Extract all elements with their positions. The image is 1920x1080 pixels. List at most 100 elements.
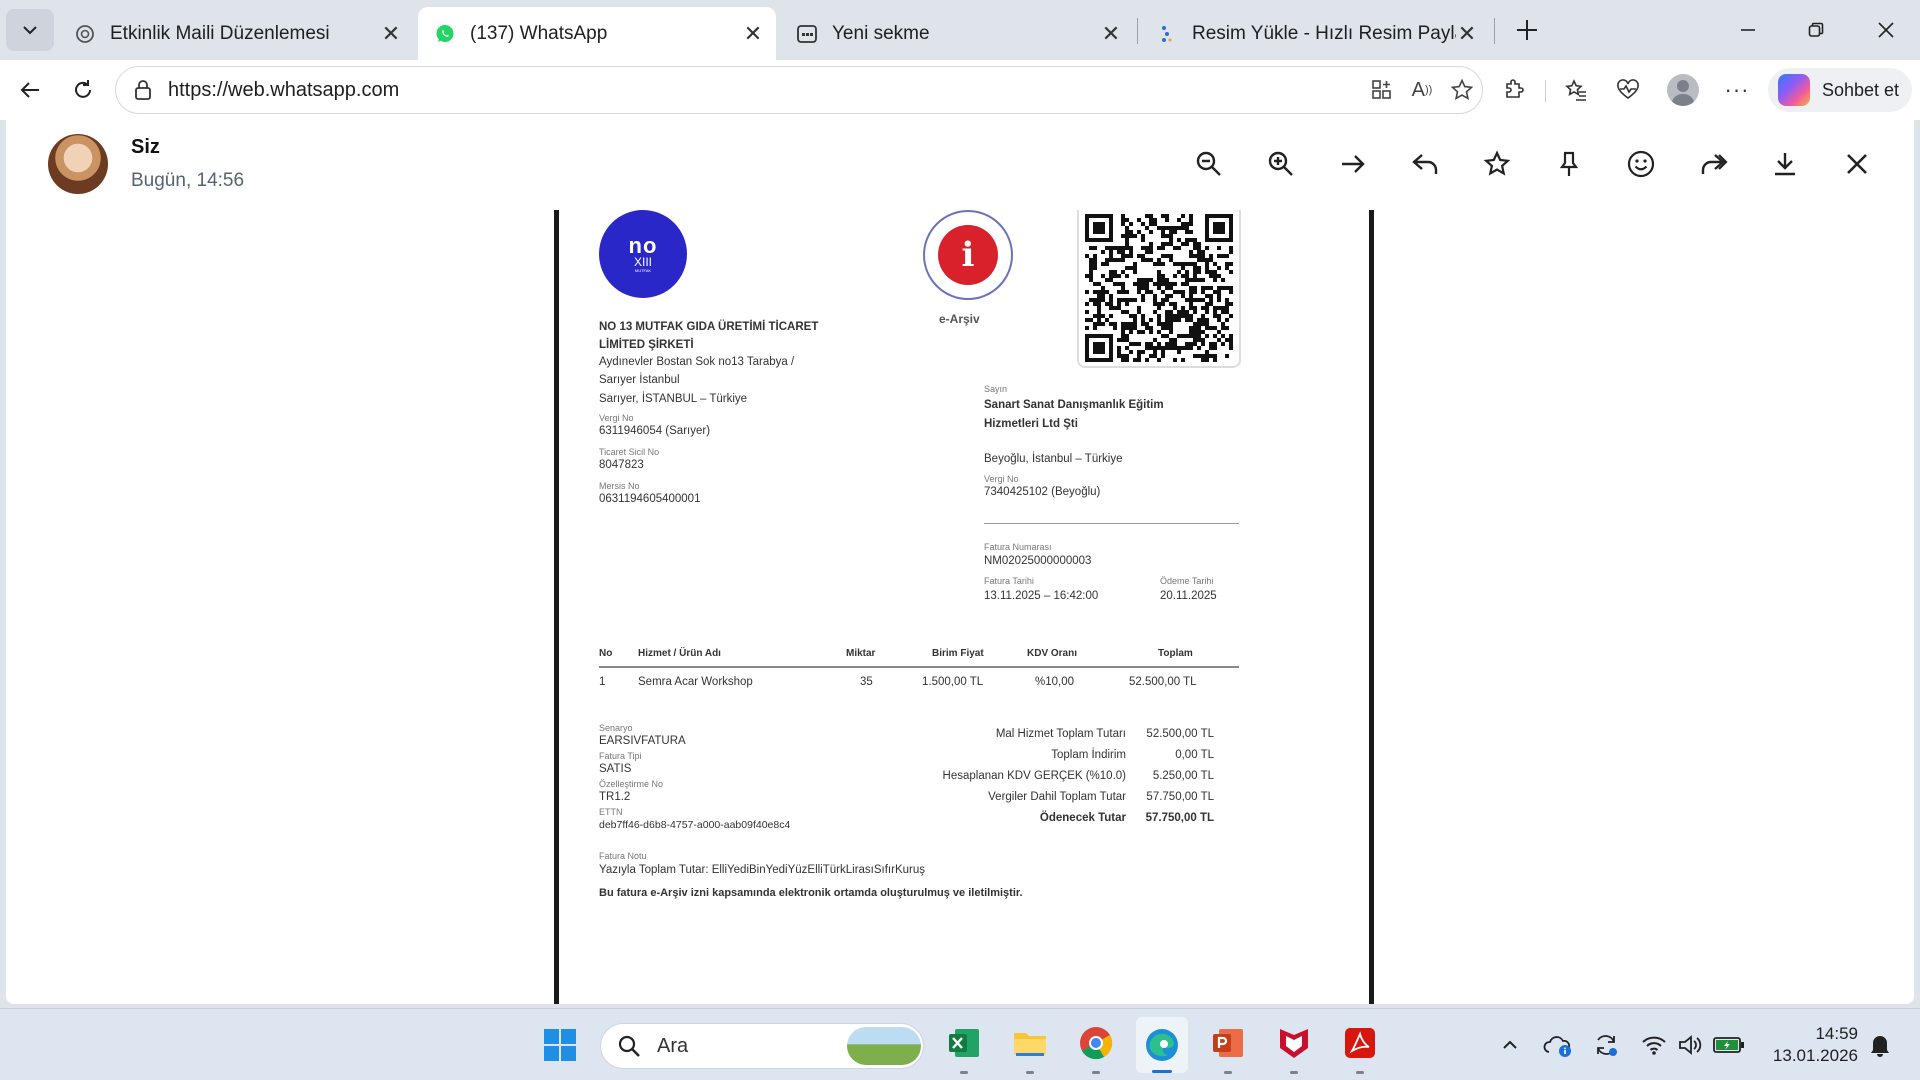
forward-button[interactable] — [1693, 144, 1733, 184]
total-label-2: Toplam İndirim — [1051, 749, 1126, 761]
tray-volume[interactable] — [1674, 1029, 1706, 1061]
reply-button[interactable] — [1405, 144, 1445, 184]
react-button[interactable] — [1621, 144, 1661, 184]
restore-icon — [1808, 22, 1824, 37]
close-icon[interactable]: ✕ — [1456, 21, 1478, 46]
tray-wifi[interactable] — [1638, 1029, 1670, 1061]
tab-separator — [1137, 18, 1138, 44]
zoom-out-button[interactable] — [1189, 144, 1229, 184]
tab-whatsapp[interactable]: (137) WhatsApp ✕ — [418, 7, 776, 60]
tray-notifications[interactable] — [1864, 1029, 1896, 1061]
more-menu-button[interactable]: ··· — [1717, 70, 1757, 110]
running-indicator — [1224, 1071, 1232, 1074]
upload-site-icon — [1156, 23, 1178, 45]
close-viewer-button[interactable] — [1837, 144, 1877, 184]
taskbar-search[interactable]: Ara — [600, 1023, 924, 1069]
buyer-address: Beyoğlu, İstanbul – Türkiye — [984, 453, 1123, 465]
pin-button[interactable] — [1549, 144, 1589, 184]
zoom-in-icon — [1268, 151, 1293, 176]
tray-clock[interactable]: 14:59 13.01.2026 — [1762, 1023, 1858, 1069]
message-timestamp: Bugün, 14:56 — [131, 170, 245, 191]
taskbar-chrome[interactable] — [1076, 1023, 1116, 1063]
app-install-icon[interactable] — [1362, 70, 1402, 110]
col-qty: Miktar — [846, 648, 876, 659]
taskbar-search-placeholder: Ara — [657, 1034, 689, 1057]
url-text[interactable]: https://web.whatsapp.com — [168, 79, 1362, 102]
seller-address-1: Aydınevler Bostan Sok no13 Tarabya / — [599, 356, 795, 368]
newtab-icon — [796, 23, 818, 45]
col-vat: KDV Oranı — [1027, 648, 1078, 659]
copilot-label: Sohbet et — [1822, 79, 1900, 100]
seller-logo: no XIII MUTFAK — [599, 210, 687, 298]
tray-sync[interactable] — [1590, 1029, 1622, 1061]
row-total: 52.500,00 TL — [1129, 676, 1197, 688]
favorites-button[interactable] — [1556, 70, 1596, 110]
go-to-message-button[interactable] — [1333, 144, 1373, 184]
minimize-icon — [1741, 29, 1755, 31]
tray-onedrive[interactable] — [1542, 1029, 1574, 1061]
back-button[interactable] — [10, 70, 50, 110]
tab-actions-button[interactable] — [6, 9, 54, 51]
download-button[interactable] — [1765, 144, 1805, 184]
powerpoint-icon — [1213, 1029, 1243, 1057]
chatgpt-icon — [74, 23, 96, 45]
taskbar-explorer[interactable] — [1010, 1023, 1050, 1063]
new-tab-button[interactable] — [1509, 12, 1545, 48]
clock-date: 13.01.2026 — [1772, 1046, 1858, 1065]
battery-charging-icon — [1713, 1037, 1744, 1053]
favorite-star-icon[interactable] — [1442, 70, 1482, 110]
seller-trade-label: Ticaret Sicil No — [599, 447, 660, 457]
read-aloud-icon[interactable]: A)) — [1402, 70, 1442, 110]
favorites-list-icon — [1565, 79, 1586, 101]
custom: TR1.2 — [599, 791, 631, 803]
tray-battery[interactable] — [1712, 1029, 1746, 1061]
taskbar-acrobat[interactable] — [1340, 1023, 1380, 1063]
browser-essentials-button[interactable] — [1608, 70, 1648, 110]
tab-separator — [1494, 18, 1495, 44]
copilot-button[interactable]: Sohbet et — [1768, 68, 1912, 112]
close-icon[interactable]: ✕ — [380, 21, 402, 46]
running-indicator — [960, 1071, 968, 1074]
emoji-icon — [1627, 150, 1655, 178]
note-label: Fatura Notu — [599, 851, 647, 861]
zoom-in-button[interactable] — [1261, 144, 1301, 184]
browser-toolbar: https://web.whatsapp.com A)) ··· Sohbet … — [0, 60, 1920, 120]
start-button[interactable] — [540, 1025, 580, 1065]
close-icon[interactable]: ✕ — [742, 21, 764, 46]
excel-icon — [949, 1029, 979, 1057]
address-bar[interactable]: https://web.whatsapp.com A)) — [115, 66, 1483, 114]
tray-overflow-button[interactable] — [1496, 1031, 1524, 1059]
taskbar-mcafee[interactable] — [1274, 1023, 1314, 1063]
taskbar: Ara 14:59 13.01.2026 — [0, 1008, 1920, 1080]
refresh-button[interactable] — [63, 70, 103, 110]
tab-resim-yukle[interactable]: Resim Yükle - Hızlı Resim Paylaş - İ ✕ — [1140, 7, 1490, 60]
taskbar-powerpoint[interactable] — [1208, 1023, 1248, 1063]
profile-button[interactable] — [1663, 70, 1703, 110]
taskbar-edge[interactable] — [1136, 1017, 1188, 1073]
scenario-label: Senaryo — [599, 723, 633, 733]
close-icon[interactable]: ✕ — [1100, 21, 1122, 46]
qr-code — [1077, 210, 1241, 368]
ettn: deb7ff46-d6b8-4757-a000-aab09f40e8c4 — [599, 819, 791, 831]
minimize-button[interactable] — [1724, 10, 1772, 50]
profile-avatar-icon — [1667, 74, 1699, 106]
due-date-label: Ödeme Tarihi — [1160, 576, 1214, 586]
taskbar-excel[interactable] — [944, 1023, 984, 1063]
close-window-button[interactable] — [1862, 10, 1910, 50]
tab-title: Etkinlik Maili Düzenlemesi — [110, 22, 330, 44]
whatsapp-icon — [434, 23, 456, 45]
tab-new[interactable]: Yeni sekme ✕ — [780, 7, 1134, 60]
lock-icon[interactable] — [132, 79, 154, 101]
tab-title: (137) WhatsApp — [470, 22, 608, 44]
star-button[interactable] — [1477, 144, 1517, 184]
tab-etkinlik[interactable]: Etkinlik Maili Düzenlemesi ✕ — [58, 7, 414, 60]
row-vat: %10,00 — [1035, 676, 1075, 688]
running-indicator — [1356, 1071, 1364, 1074]
restore-button[interactable] — [1792, 10, 1840, 50]
extensions-button[interactable] — [1494, 70, 1534, 110]
close-icon — [1847, 154, 1867, 174]
avatar[interactable] — [48, 134, 108, 194]
seller-trade-no: 8047823 — [599, 459, 644, 471]
plus-icon — [1517, 20, 1537, 40]
logo-tiny: MUTFAK — [634, 267, 652, 273]
